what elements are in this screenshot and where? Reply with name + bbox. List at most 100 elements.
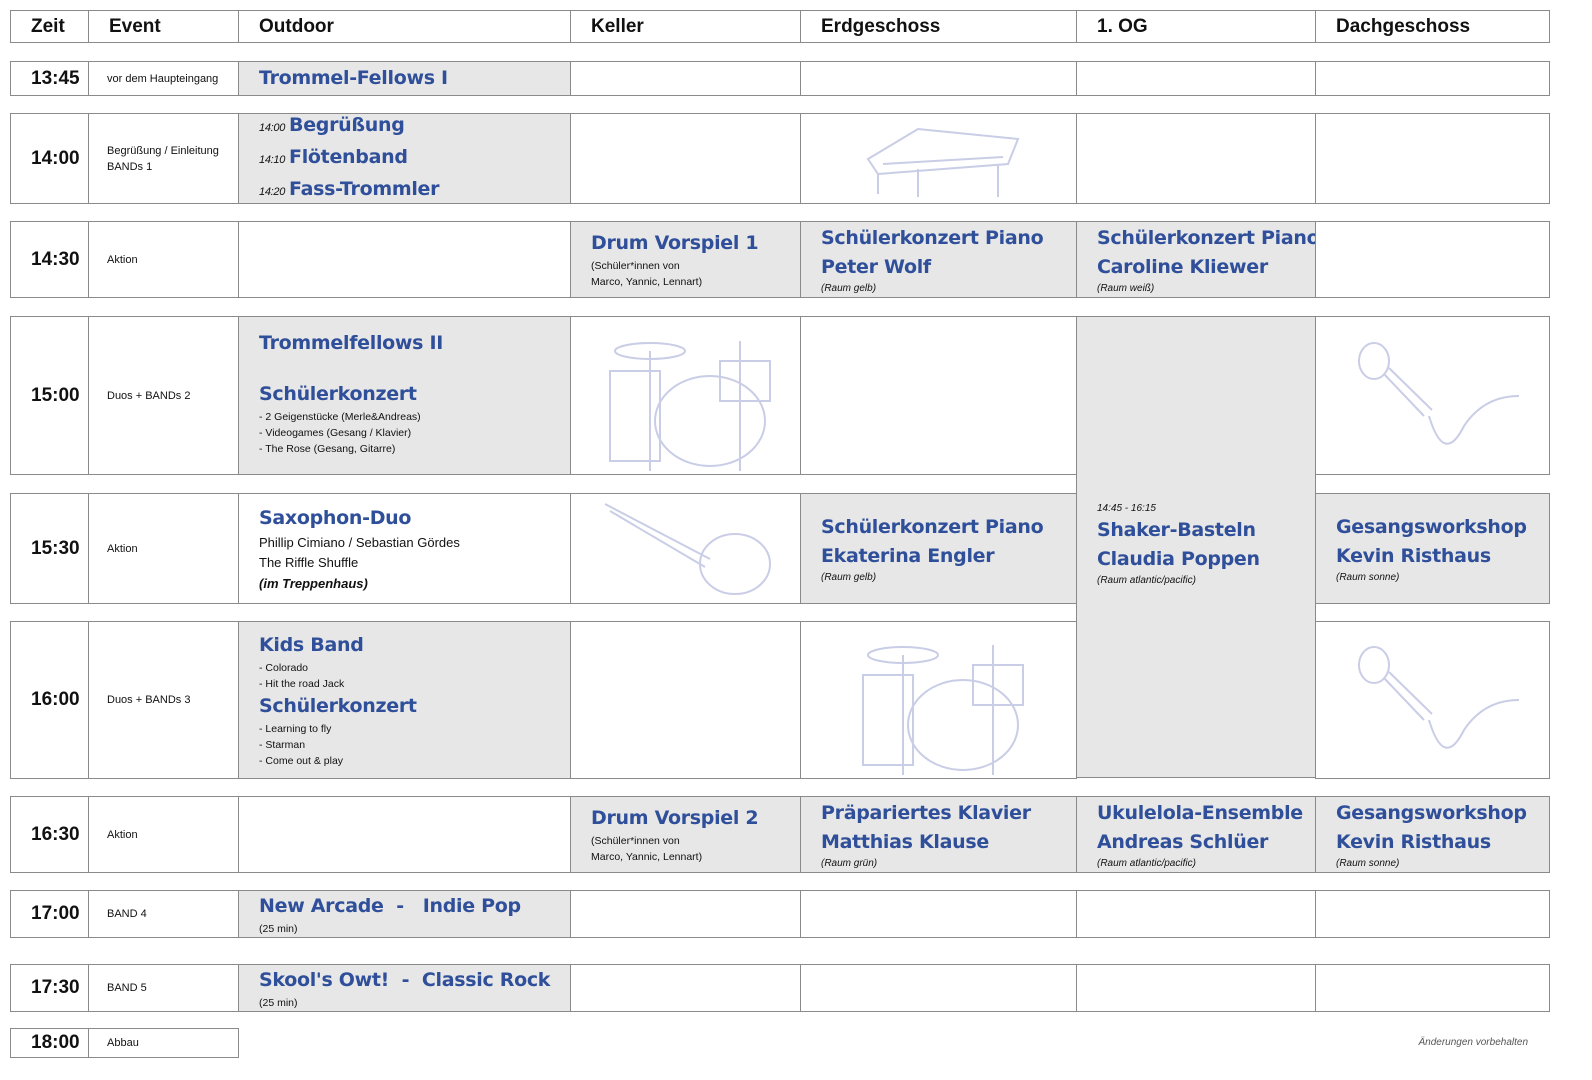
event-title: Shaker-Basteln — [1097, 519, 1256, 541]
slot-og — [1076, 890, 1316, 938]
event-title: Trommelfellows II — [259, 332, 444, 354]
slot-keller: Drum Vorspiel 1 (Schüler*innen von Marco, … — [570, 221, 801, 298]
event-title: 14:00 Begrüßung — [259, 113, 550, 143]
event-label: Aktion — [107, 253, 138, 266]
event-detail: (Raum gelb) — [821, 282, 877, 294]
column-header: Dachgeschoss — [1336, 15, 1471, 37]
time-label: 17:30 — [31, 977, 80, 998]
slot-dach: Gesangsworkshop Kevin Risthaus (Raum sonne… — [1315, 796, 1550, 873]
column-header: Keller — [591, 15, 644, 37]
slot-erd — [800, 621, 1077, 779]
time-label: 16:30 — [31, 823, 80, 845]
event-label: Begrüßung / Einleitung — [107, 144, 219, 157]
event-detail: (Raum atlantic/pacific) — [1097, 857, 1196, 869]
event-detail: (Raum sonne) — [1336, 857, 1400, 869]
event-cell: BAND 5 — [88, 964, 239, 1012]
slot-keller — [570, 964, 801, 1012]
time-label: 14:30 — [31, 248, 80, 270]
slot-erd — [800, 113, 1077, 204]
event-label: Aktion — [107, 542, 138, 555]
time-label: 15:30 — [31, 537, 80, 559]
slot-outdoor — [238, 796, 571, 873]
header-0: Zeit — [10, 10, 89, 43]
event-detail: Marco, Yannic, Lennart) — [591, 851, 703, 863]
event-title: Schülerkonzert Piano — [821, 226, 1044, 249]
event-detail: 14:45 - 16:15 — [1097, 503, 1156, 514]
time-label: 15:00 — [31, 384, 80, 406]
event-detail: - Come out & play — [259, 755, 344, 767]
slot-og: 14:45 - 16:15 Shaker-Basteln Claudia Poppe… — [1076, 316, 1316, 778]
slot-og: Schülerkonzert Piano Caroline Kliewer (Rau… — [1076, 221, 1316, 298]
time-cell: 18:00 — [10, 1028, 89, 1058]
event-cell: vor dem Haupteingang — [88, 61, 239, 96]
header-1: Event — [88, 10, 239, 43]
event-cell: Duos + BANDs 3 — [88, 621, 239, 779]
header-2: Outdoor — [238, 10, 571, 43]
time-cell: 14:00 — [10, 113, 89, 204]
event-detail: - Videogames (Gesang / Klavier) — [259, 427, 412, 439]
event-title: Ekaterina Engler — [821, 544, 995, 567]
event-title: Drum Vorspiel 2 — [591, 807, 759, 829]
slot-erd: Schülerkonzert Piano Ekaterina Engler (Rau… — [800, 493, 1077, 604]
header-4: Erdgeschoss — [800, 10, 1077, 43]
event-title: Peter Wolf — [821, 255, 931, 278]
event-title: 14:20 Fass-Trommler — [259, 175, 550, 204]
slot-keller — [570, 61, 801, 96]
title-text: Fass-Trommler — [289, 177, 440, 200]
event-cell: Aktion — [88, 796, 239, 873]
event-detail: (25 min) — [259, 922, 298, 935]
slot-time: 14:00 — [259, 121, 286, 134]
event-title: Präpariertes Klavier — [821, 801, 1031, 824]
slot-outdoor: Skool's Owt! - Classic Rock (25 min) — [238, 964, 571, 1012]
slot-keller — [570, 621, 801, 779]
event-detail: (Schüler*innen von — [591, 260, 680, 272]
slot-dach — [1315, 113, 1550, 204]
slot-og — [1076, 113, 1316, 204]
event-title: Matthias Klause — [821, 830, 989, 853]
slot-keller — [570, 113, 801, 204]
event-title: New Arcade - Indie Pop — [259, 894, 521, 917]
time-cell: 14:30 — [10, 221, 89, 298]
event-title: Schülerkonzert — [259, 383, 417, 405]
event-title: Kevin Risthaus — [1336, 830, 1491, 853]
slot-keller — [570, 316, 801, 475]
slot-dach — [1315, 621, 1550, 779]
title-text: Begrüßung — [289, 113, 405, 136]
event-title: Ukulelola-Ensemble — [1097, 801, 1303, 824]
slot-erd — [800, 890, 1077, 938]
event-title: Kevin Risthaus — [1336, 544, 1491, 567]
event-title: Drum Vorspiel 1 — [591, 232, 759, 254]
event-title: 14:10 Flötenband — [259, 143, 550, 175]
event-title: Saxophon-Duo — [259, 506, 412, 529]
time-cell: 15:30 — [10, 493, 89, 604]
event-title: Schülerkonzert — [259, 695, 417, 717]
column-header: 1. OG — [1097, 15, 1148, 37]
event-detail: Phillip Cimiano / Sebastian Gördes — [259, 534, 460, 550]
time-label: 13:45 — [31, 67, 80, 89]
slot-erd — [800, 61, 1077, 96]
slot-og — [1076, 61, 1316, 96]
event-title: Skool's Owt! - Classic Rock — [259, 968, 551, 991]
event-label: Aktion — [107, 828, 138, 841]
header-5: 1. OG — [1076, 10, 1316, 43]
event-title: Trommel-Fellows I — [259, 67, 448, 89]
event-detail: - Hit the road Jack — [259, 678, 345, 690]
slot-outdoor: Kids Band - Colorado - Hit the road Jack Sc… — [238, 621, 571, 779]
event-label: BAND 4 — [107, 908, 147, 920]
title-text: Flötenband — [289, 145, 408, 168]
header-3: Keller — [570, 10, 801, 43]
event-title: Schülerkonzert Piano — [1097, 226, 1316, 249]
column-header: Outdoor — [259, 15, 334, 37]
footer-note: Änderungen vorbehalten — [1418, 1037, 1528, 1048]
column-header: Zeit — [31, 15, 65, 37]
event-label: BAND 5 — [107, 982, 147, 994]
event-title: Gesangsworkshop — [1336, 515, 1527, 538]
time-cell: 16:00 — [10, 621, 89, 779]
event-label: vor dem Haupteingang — [107, 72, 219, 85]
event-detail: (Raum atlantic/pacific) — [1097, 575, 1196, 586]
event-title: Kids Band — [259, 634, 364, 656]
time-cell: 16:30 — [10, 796, 89, 873]
event-detail: The Riffle Shuffle — [259, 554, 359, 570]
event-detail: (Raum gelb) — [821, 571, 877, 583]
